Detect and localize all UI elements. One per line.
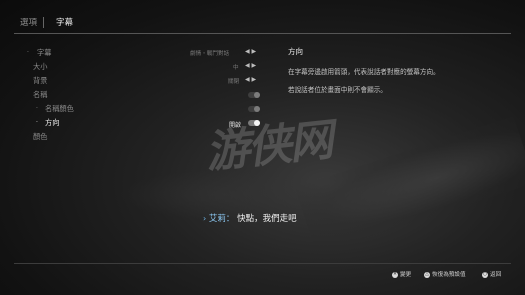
hint-back[interactable]: ○ 返回 (482, 270, 501, 278)
menu-item-color[interactable]: 顏色 (33, 132, 47, 142)
bullet-icon: · (36, 105, 38, 112)
size-arrows-icon[interactable]: ◀ ▶ (245, 62, 256, 69)
hint-label: 恢復為預設值 (432, 272, 466, 278)
description-title: 方向 (288, 47, 303, 56)
subtitles-arrows-icon[interactable]: ◀ ▶ (245, 48, 256, 55)
bullet-icon: · (36, 119, 38, 126)
name-toggle[interactable] (248, 92, 260, 98)
menu-item-background[interactable]: 背景 (33, 76, 47, 86)
background-value: 關閉 (228, 79, 240, 85)
size-value: 中 (233, 65, 239, 71)
tab-options[interactable]: 選項 (20, 16, 37, 28)
hint-label: 返回 (490, 272, 502, 278)
subtitle-preview: › 艾莉： 快點，我們走吧 (203, 212, 297, 224)
top-tab-bar: 選項 字幕 (0, 10, 525, 32)
menu-item-subtitles[interactable]: 字幕 (37, 48, 51, 58)
toggle-knob (254, 92, 260, 98)
triangle-button-icon: △ (424, 271, 430, 278)
menu-item-name-color[interactable]: 名稱顏色 (45, 104, 74, 114)
subtitle-line: 快點，我們走吧 (237, 214, 297, 224)
direction-arrow-icon: › (203, 214, 207, 223)
description-paragraph: 若說話者位於畫面中則不會顯示。 (288, 86, 387, 94)
description-paragraph: 在字幕旁邊啟用箭頭，代表說話者對應的螢幕方向。 (288, 68, 440, 76)
menu-item-name[interactable]: 名稱 (33, 90, 47, 100)
subtitles-value: 劇情・戰鬥對話 (190, 51, 230, 57)
watermark-logo: 游侠网 (203, 114, 334, 179)
hint-reset-default[interactable]: △ 恢復為預設值 (424, 270, 466, 278)
hint-change[interactable]: ✕ 變更 (392, 270, 411, 278)
footer-divider (14, 263, 511, 264)
subtitle-speaker: 艾莉： (208, 214, 235, 224)
circle-button-icon: ○ (482, 271, 488, 278)
menu-item-size[interactable]: 大小 (33, 62, 47, 72)
cross-button-icon: ✕ (392, 271, 398, 278)
hint-label: 變更 (400, 272, 412, 278)
background-arrows-icon[interactable]: ◀ ▶ (245, 76, 256, 83)
header-divider (14, 33, 511, 34)
tab-subtitles[interactable]: 字幕 (56, 16, 73, 28)
menu-item-direction[interactable]: 方向 (45, 118, 59, 128)
tab-divider (43, 17, 44, 28)
bullet-icon: · (27, 49, 29, 56)
